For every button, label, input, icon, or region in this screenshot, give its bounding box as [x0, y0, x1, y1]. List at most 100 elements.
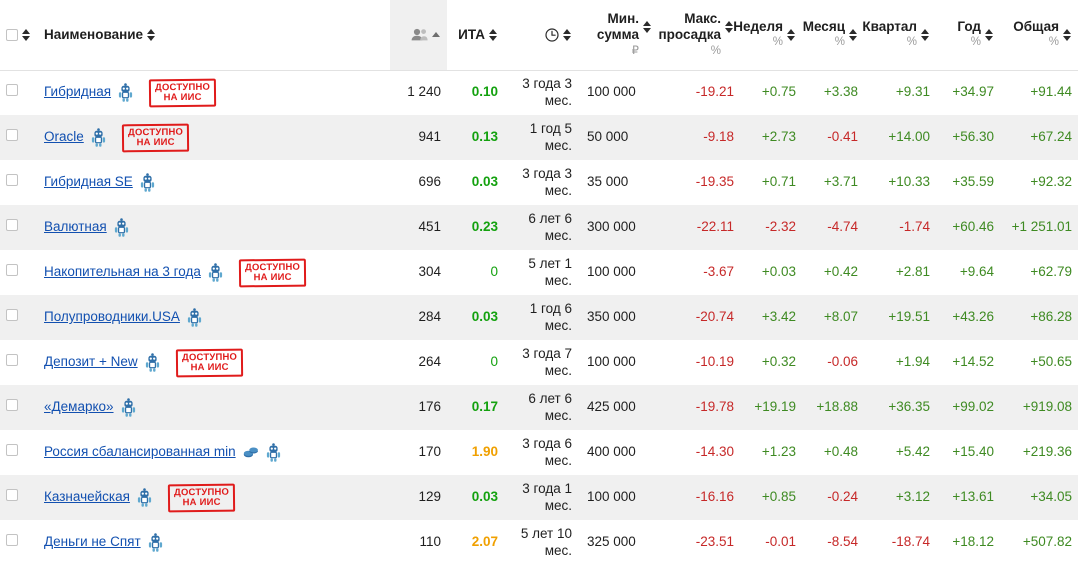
header-ita[interactable]: ИТА [447, 0, 504, 71]
row-checkbox[interactable] [6, 534, 18, 547]
ita-cell: 0.13 [447, 115, 504, 160]
year-change-cell: +56.30 [936, 115, 1000, 160]
table-row[interactable]: Накопительная на 3 года ДОСТУПНО НА ИИС 304… [0, 250, 1078, 295]
fund-table: Наименование ИТА Мин. сумма ₽ Макс. прос… [0, 0, 1078, 565]
sort-toggle-icon[interactable] [921, 28, 930, 42]
month-change-cell: -4.74 [802, 205, 864, 250]
row-checkbox[interactable] [6, 264, 18, 277]
fund-name-cell: «Демарко» [38, 385, 390, 430]
sort-ascending-icon[interactable] [432, 28, 441, 42]
fund-name-link[interactable]: Депозит + New [44, 354, 138, 371]
quarter-change-cell: +3.12 [864, 475, 936, 520]
year-change-cell: +9.64 [936, 250, 1000, 295]
row-checkbox[interactable] [6, 309, 18, 322]
header-week[interactable]: Неделя % [733, 0, 802, 71]
sort-toggle-icon[interactable] [725, 20, 734, 34]
subscribers-cell: 696 [390, 160, 447, 205]
week-change-cell: +0.85 [740, 475, 802, 520]
fund-name-link[interactable]: Казначейская [44, 489, 130, 506]
header-select[interactable] [0, 0, 38, 71]
row-checkbox[interactable] [6, 219, 18, 232]
table-row[interactable]: «Демарко» 176 0.17 6 лет 6 мес. 425 000 -19.7… [0, 385, 1078, 430]
row-checkbox[interactable] [6, 399, 18, 412]
header-year[interactable]: Год % [936, 0, 1000, 71]
table-row[interactable]: Полупроводники.USA 284 0.03 1 год 6 мес. 350… [0, 295, 1078, 340]
header-name[interactable]: Наименование [38, 0, 390, 71]
table-row[interactable]: Деньги не Спят 110 2.07 5 лет 10 мес. 325 00… [0, 520, 1078, 565]
header-total[interactable]: Общая % [1000, 0, 1078, 71]
header-minsum[interactable]: Мин. сумма ₽ [578, 0, 658, 71]
sort-toggle-icon[interactable] [147, 28, 156, 42]
header-term[interactable] [504, 0, 578, 71]
sort-toggle-icon[interactable] [1063, 28, 1072, 42]
row-select-cell[interactable] [0, 205, 38, 250]
quarter-change-cell: +9.31 [864, 70, 936, 115]
month-change-cell: -8.54 [802, 520, 864, 565]
max-drawdown-cell: -19.78 [658, 385, 740, 430]
row-checkbox[interactable] [6, 354, 18, 367]
min-sum-cell: 425 000 [578, 385, 658, 430]
total-change-cell: +86.28 [1000, 295, 1078, 340]
iis-available-badge: ДОСТУПНО НА ИИС [148, 78, 217, 108]
sort-toggle-icon[interactable] [787, 28, 796, 42]
fund-name-link[interactable]: Гибридная SE [44, 174, 133, 191]
row-select-cell[interactable] [0, 385, 38, 430]
row-select-cell[interactable] [0, 160, 38, 205]
total-change-cell: +92.32 [1000, 160, 1078, 205]
table-row[interactable]: Россия сбалансированная min 170 1.90 3 года… [0, 430, 1078, 475]
header-quarter[interactable]: Квартал % [862, 0, 936, 71]
robot-icon [208, 263, 223, 282]
min-sum-cell: 100 000 [578, 250, 658, 295]
fund-name-cell: Гибридная SE [38, 160, 390, 205]
table-row[interactable]: Казначейская ДОСТУПНО НА ИИС 129 0.03 3 года … [0, 475, 1078, 520]
fund-name-cell: Полупроводники.USA [38, 295, 390, 340]
row-checkbox[interactable] [6, 174, 18, 187]
row-select-cell[interactable] [0, 295, 38, 340]
fund-name-link[interactable]: Накопительная на 3 года [44, 264, 201, 281]
fund-name-link[interactable]: Россия сбалансированная min [44, 444, 236, 461]
fund-name-link[interactable]: «Демарко» [44, 399, 114, 416]
sort-toggle-icon[interactable] [849, 28, 858, 42]
header-subscribers[interactable] [390, 0, 447, 71]
month-change-cell: +8.07 [802, 295, 864, 340]
row-checkbox[interactable] [6, 489, 18, 502]
row-checkbox[interactable] [6, 84, 18, 97]
select-all-checkbox[interactable] [6, 28, 18, 41]
table-row[interactable]: Oracle ДОСТУПНО НА ИИС 941 0.13 1 год 5 мес. 5… [0, 115, 1078, 160]
fund-name-link[interactable]: Полупроводники.USA [44, 309, 180, 326]
row-select-cell[interactable] [0, 430, 38, 475]
row-select-cell[interactable] [0, 115, 38, 160]
header-week-label: Неделя [733, 19, 783, 35]
table-row[interactable]: Гибридная SE 696 0.03 3 года 3 мес. 35 000 -1… [0, 160, 1078, 205]
subscribers-cell: 1 240 [390, 70, 447, 115]
row-checkbox[interactable] [6, 129, 18, 142]
table-row[interactable]: Депозит + New ДОСТУПНО НА ИИС 264 0 3 года 7 … [0, 340, 1078, 385]
sort-toggle-icon[interactable] [563, 28, 572, 42]
sort-toggle-icon[interactable] [22, 28, 31, 42]
term-cell: 3 года 7 мес. [504, 340, 578, 385]
week-change-cell: +19.19 [740, 385, 802, 430]
fund-name-link[interactable]: Деньги не Спят [44, 534, 141, 551]
row-select-cell[interactable] [0, 520, 38, 565]
row-select-cell[interactable] [0, 340, 38, 385]
fund-name-link[interactable]: Гибридная [44, 84, 111, 101]
sort-toggle-icon[interactable] [489, 28, 498, 42]
fund-name-link[interactable]: Валютная [44, 219, 107, 236]
row-select-cell[interactable] [0, 70, 38, 115]
sort-toggle-icon[interactable] [643, 20, 652, 34]
total-change-cell: +219.36 [1000, 430, 1078, 475]
subscribers-cell: 170 [390, 430, 447, 475]
sort-toggle-icon[interactable] [985, 28, 994, 42]
fund-name-link[interactable]: Oracle [44, 129, 84, 146]
table-row[interactable]: Валютная 451 0.23 6 лет 6 мес. 300 000 -22.11… [0, 205, 1078, 250]
header-maxdrawdown[interactable]: Макс. просадка % [658, 0, 740, 71]
robot-icon [121, 398, 136, 417]
header-month-unit: % [834, 36, 845, 49]
row-select-cell[interactable] [0, 250, 38, 295]
fund-name-cell: Россия сбалансированная min [38, 430, 390, 475]
table-row[interactable]: Гибридная ДОСТУПНО НА ИИС 1 240 0.10 3 года 3… [0, 70, 1078, 115]
min-sum-cell: 100 000 [578, 475, 658, 520]
row-checkbox[interactable] [6, 444, 18, 457]
row-select-cell[interactable] [0, 475, 38, 520]
header-month[interactable]: Месяц % [802, 0, 864, 71]
